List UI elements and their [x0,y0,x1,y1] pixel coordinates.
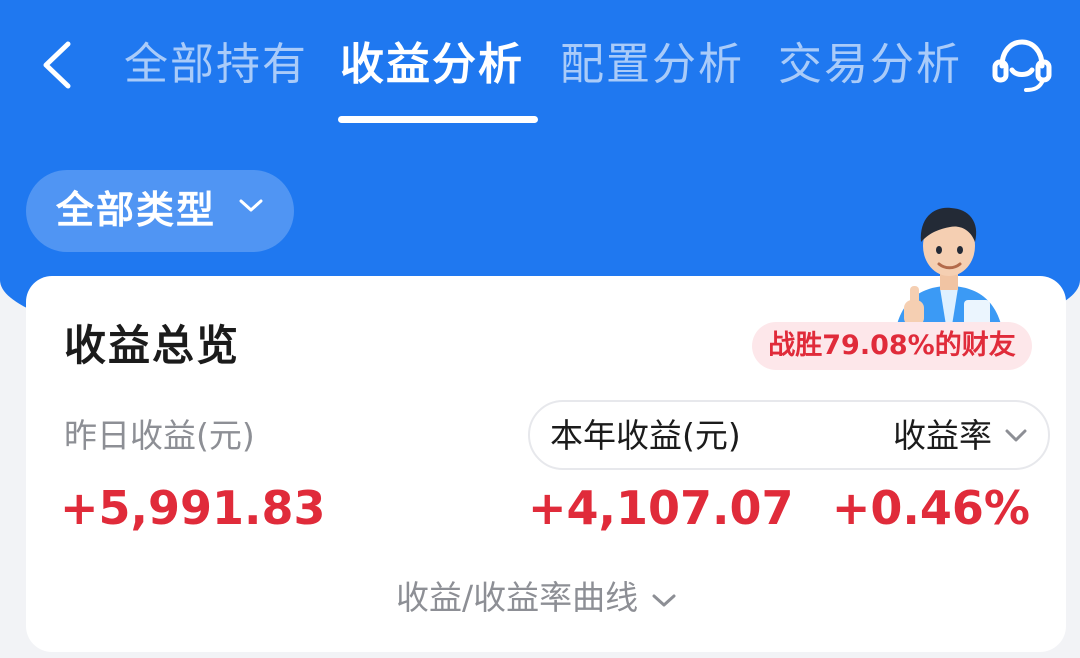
tab-profit-analysis[interactable]: 收益分析 [340,35,524,95]
year-profit-rate-header: 本年收益(元) 收益率 [528,400,1050,470]
chevron-down-icon [239,199,263,212]
customer-service-button[interactable] [990,36,1054,96]
tab-all-holdings[interactable]: 全部持有 [124,35,308,95]
customer-service-icon [992,39,1052,92]
profit-rate-value: +0.46% [831,481,1030,535]
top-tab-bar: 全部持有 收益分析 配置分析 交易分析 [0,0,1080,140]
tab-allocation-analysis[interactable]: 配置分析 [560,35,744,95]
card-title: 收益总览 [64,321,241,370]
tab-trade-analysis[interactable]: 交易分析 [778,35,962,95]
yesterday-profit-label: 昨日收益(元) [64,416,255,455]
chevron-down-icon[interactable] [1004,428,1028,444]
chevron-down-icon [652,594,676,606]
type-filter-label: 全部类型 [56,188,217,232]
profit-curve-label: 收益/收益率曲线 [396,578,639,617]
active-tab-indicator [338,116,538,123]
type-filter-dropdown[interactable]: 全部类型 [26,170,294,252]
rank-badge-text: 战胜79.08%的财友 [768,330,1016,361]
year-profit-label: 本年收益(元) [550,416,741,455]
yesterday-profit-value: +5,991.83 [60,481,326,535]
year-profit-value: +4,107.07 [528,481,794,535]
profit-curve-toggle[interactable]: 收益/收益率曲线 [396,572,677,624]
profit-rate-selector[interactable]: 收益率 [893,412,992,460]
rank-badge: 战胜79.08%的财友 [752,322,1032,370]
profit-overview-card: 收益总览 战胜79.08%的财友 昨日收益(元) +5,991.83 本年收益(… [26,207,1066,652]
